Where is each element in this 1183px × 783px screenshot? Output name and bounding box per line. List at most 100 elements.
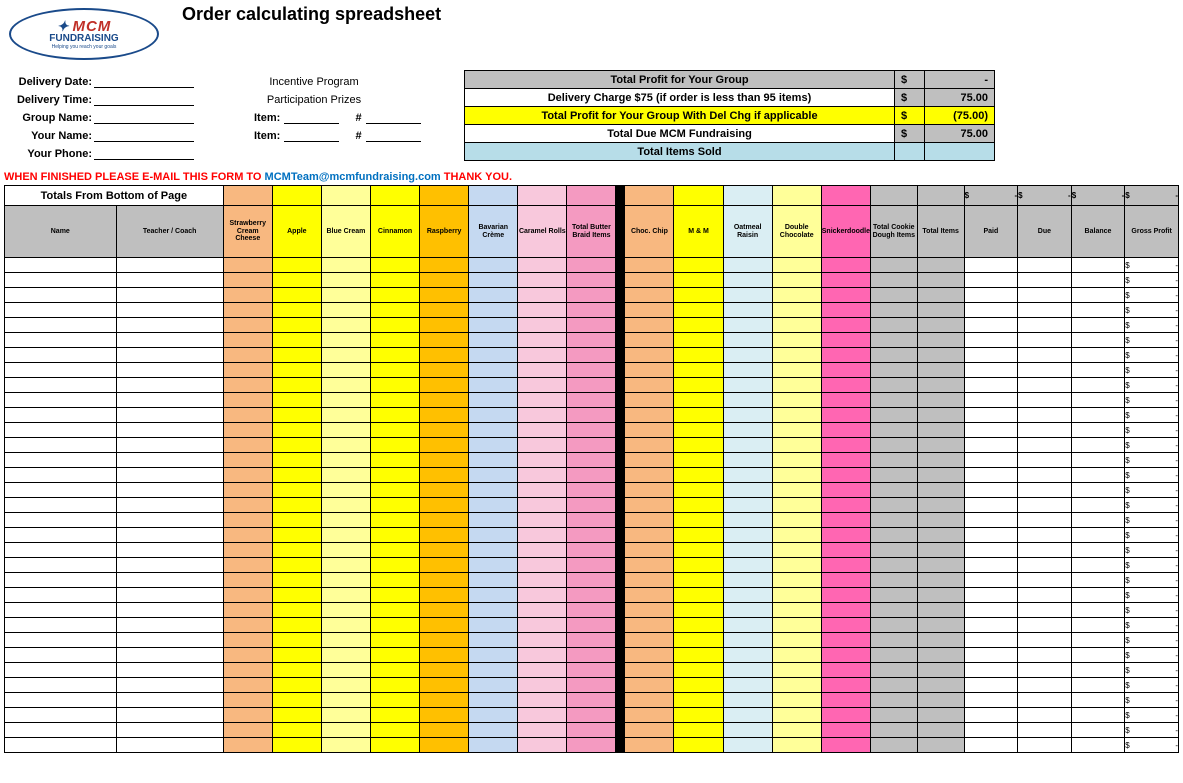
cell-product[interactable] [371, 588, 420, 603]
cell-product[interactable] [772, 483, 821, 498]
cell-product[interactable] [772, 588, 821, 603]
cell-product[interactable] [674, 573, 723, 588]
cell-money[interactable] [964, 423, 1018, 438]
cell-product[interactable] [723, 273, 772, 288]
cell-name[interactable] [5, 423, 117, 438]
cell-product[interactable] [625, 498, 674, 513]
cell-product[interactable] [420, 333, 469, 348]
cell-name[interactable] [5, 663, 117, 678]
cell-name[interactable] [5, 738, 117, 753]
cell-product[interactable] [321, 303, 370, 318]
cell-product[interactable] [321, 738, 370, 753]
cell-product[interactable] [371, 258, 420, 273]
cell-product[interactable] [772, 558, 821, 573]
cell-name[interactable] [5, 648, 117, 663]
cell-product[interactable] [723, 543, 772, 558]
cell-product[interactable] [371, 423, 420, 438]
cell-teacher[interactable] [116, 348, 223, 363]
cell-product[interactable] [772, 663, 821, 678]
cell-product[interactable] [420, 303, 469, 318]
cell-name[interactable] [5, 708, 117, 723]
cell-product[interactable] [567, 648, 616, 663]
cell-product[interactable] [469, 558, 518, 573]
cell-product[interactable] [772, 633, 821, 648]
cell-product[interactable] [272, 648, 321, 663]
cell-product[interactable] [518, 573, 567, 588]
cell-product[interactable] [420, 468, 469, 483]
cell-product[interactable] [772, 303, 821, 318]
cell-product[interactable] [223, 393, 272, 408]
cell-money[interactable] [964, 588, 1018, 603]
cell-product[interactable] [420, 663, 469, 678]
cell-product[interactable] [567, 303, 616, 318]
cell-money[interactable] [964, 453, 1018, 468]
cell-product[interactable] [321, 318, 370, 333]
cell-product[interactable] [674, 618, 723, 633]
cell-product[interactable] [469, 678, 518, 693]
cell-product[interactable] [469, 618, 518, 633]
cell-teacher[interactable] [116, 288, 223, 303]
cell-name[interactable] [5, 408, 117, 423]
cell-product[interactable] [223, 588, 272, 603]
cell-money[interactable] [964, 483, 1018, 498]
cell-product[interactable] [223, 468, 272, 483]
cell-product[interactable] [567, 558, 616, 573]
cell-teacher[interactable] [116, 693, 223, 708]
cell-teacher[interactable] [116, 303, 223, 318]
cell-product[interactable] [272, 378, 321, 393]
cell-product[interactable] [272, 288, 321, 303]
cell-money[interactable] [964, 303, 1018, 318]
cell-product[interactable] [321, 438, 370, 453]
cell-product[interactable] [420, 693, 469, 708]
cell-name[interactable] [5, 318, 117, 333]
cell-product[interactable] [772, 723, 821, 738]
cell-product[interactable] [518, 483, 567, 498]
cell-product[interactable] [821, 648, 870, 663]
cell-product[interactable] [567, 333, 616, 348]
cell-product[interactable] [625, 633, 674, 648]
cell-product[interactable] [821, 498, 870, 513]
cell-product[interactable] [223, 543, 272, 558]
cell-name[interactable] [5, 558, 117, 573]
cell-product[interactable] [821, 528, 870, 543]
cell-product[interactable] [371, 513, 420, 528]
cell-teacher[interactable] [116, 318, 223, 333]
cell-product[interactable] [723, 558, 772, 573]
cell-product[interactable] [723, 618, 772, 633]
cell-product[interactable] [518, 363, 567, 378]
cell-product[interactable] [625, 318, 674, 333]
cell-product[interactable] [567, 273, 616, 288]
cell-product[interactable] [469, 603, 518, 618]
cell-product[interactable] [420, 723, 469, 738]
cell-product[interactable] [321, 708, 370, 723]
cell-product[interactable] [518, 603, 567, 618]
cell-teacher[interactable] [116, 633, 223, 648]
cell-product[interactable] [821, 663, 870, 678]
cell-product[interactable] [567, 438, 616, 453]
cell-product[interactable] [518, 633, 567, 648]
cell-product[interactable] [674, 663, 723, 678]
cell-product[interactable] [272, 633, 321, 648]
cell-product[interactable] [772, 468, 821, 483]
cell-product[interactable] [821, 258, 870, 273]
cell-product[interactable] [821, 513, 870, 528]
cell-product[interactable] [469, 378, 518, 393]
cell-product[interactable] [518, 468, 567, 483]
cell-money[interactable] [964, 273, 1018, 288]
cell-teacher[interactable] [116, 588, 223, 603]
cell-product[interactable] [371, 378, 420, 393]
cell-product[interactable] [674, 678, 723, 693]
cell-product[interactable] [772, 438, 821, 453]
cell-product[interactable] [772, 678, 821, 693]
cell-name[interactable] [5, 603, 117, 618]
cell-product[interactable] [772, 498, 821, 513]
cell-product[interactable] [272, 498, 321, 513]
cell-product[interactable] [321, 333, 370, 348]
cell-product[interactable] [223, 633, 272, 648]
cell-name[interactable] [5, 618, 117, 633]
cell-product[interactable] [469, 408, 518, 423]
cell-product[interactable] [371, 273, 420, 288]
cell-product[interactable] [674, 648, 723, 663]
cell-product[interactable] [723, 453, 772, 468]
cell-product[interactable] [321, 648, 370, 663]
